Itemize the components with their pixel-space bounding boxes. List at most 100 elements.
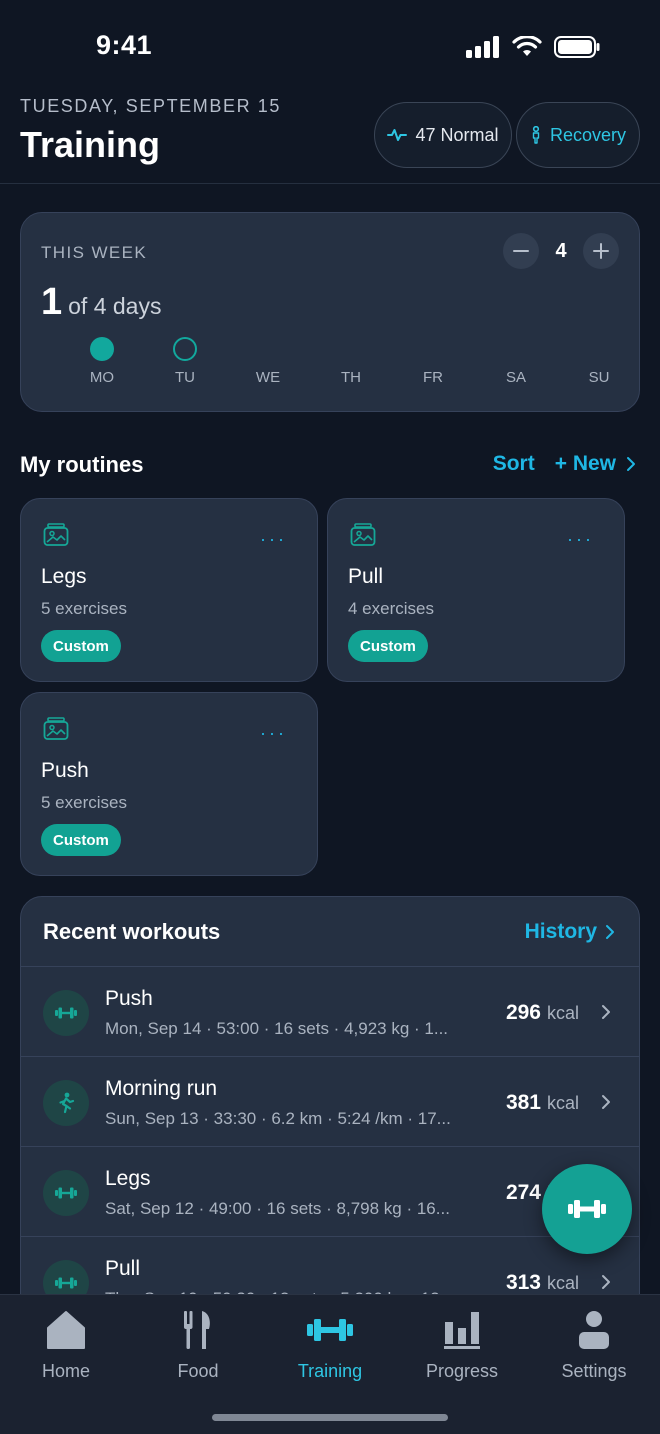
- day-dot-empty: [587, 337, 611, 361]
- kcal-unit: kcal: [546, 1093, 579, 1113]
- weekly-target-value: 4: [555, 239, 567, 262]
- recovery-pill[interactable]: Recovery: [516, 102, 640, 168]
- new-routine-label: + New: [554, 452, 616, 475]
- cellular-signal-icon: [466, 36, 499, 58]
- day-label: SA: [505, 369, 526, 386]
- workout-kcal: 381 kcal: [506, 1091, 579, 1115]
- pulse-icon: [387, 129, 408, 141]
- tab-label: Food: [177, 1361, 219, 1381]
- tab-progress[interactable]: Progress: [396, 1307, 528, 1382]
- routine-exercise-count: 5 exercises: [41, 599, 127, 618]
- of-days-text: of 4 days: [68, 293, 162, 319]
- status-bar: 9:41: [0, 0, 660, 96]
- person-icon: [579, 1311, 609, 1349]
- recent-workouts-title: Recent workouts: [43, 918, 221, 944]
- recent-workouts-header: Recent workouts History: [21, 897, 639, 967]
- day-th: TH: [321, 337, 381, 386]
- more-options-icon[interactable]: ···: [567, 529, 594, 550]
- history-button[interactable]: History: [525, 920, 615, 944]
- tab-food[interactable]: Food: [132, 1307, 264, 1382]
- image-stack-icon: [43, 523, 69, 546]
- figure-icon: [532, 126, 540, 144]
- new-routine-button[interactable]: + New: [555, 452, 636, 476]
- routine-badge: Custom: [41, 630, 121, 662]
- heart-rate-text: 47 Normal: [415, 124, 499, 145]
- header: TUESDAY, SEPTEMBER 15 Training 47 Normal…: [0, 96, 660, 184]
- day-dot-empty: [256, 337, 280, 361]
- tab-label: Settings: [561, 1361, 627, 1381]
- chevron-right-icon: [606, 924, 614, 939]
- routines-title: My routines: [20, 452, 144, 477]
- day-dot-empty: [504, 337, 528, 361]
- day-dot-today: [173, 337, 197, 361]
- routine-name: Legs: [41, 565, 87, 588]
- minus-icon: [513, 250, 529, 252]
- routine-actions: Sort + New: [493, 452, 636, 476]
- workout-name: Pull: [105, 1257, 141, 1280]
- chevron-right-icon: [602, 1005, 610, 1019]
- workout-row[interactable]: Push Mon, Sep 14 · 53:00 · 16 sets · 4,9…: [21, 967, 639, 1057]
- tab-home[interactable]: Home: [0, 1307, 132, 1382]
- tab-training[interactable]: Training: [264, 1307, 396, 1382]
- tab-label: Progress: [425, 1361, 499, 1381]
- routine-card-push[interactable]: ··· Push 5 exercises Custom: [20, 692, 318, 876]
- routine-card-legs[interactable]: ··· Legs 5 exercises Custom: [20, 498, 318, 682]
- routine-badge: Custom: [348, 630, 428, 662]
- kcal-unit: kcal: [546, 1273, 579, 1293]
- workout-details: Sat, Sep 12 · 49:00 · 16 sets · 8,798 kg…: [105, 1199, 450, 1218]
- workout-details: Sun, Sep 13 · 33:30 · 6.2 km · 5:24 /km …: [105, 1109, 451, 1128]
- decrement-button[interactable]: [503, 233, 539, 269]
- house-icon: [47, 1311, 85, 1349]
- routine-exercise-count: 4 exercises: [348, 599, 434, 618]
- start-workout-fab[interactable]: [542, 1164, 632, 1254]
- kcal-unit: kcal: [546, 1003, 579, 1023]
- day-label: TH: [341, 369, 361, 386]
- routine-card-pull[interactable]: ··· Pull 4 exercises Custom: [327, 498, 625, 682]
- day-dot-empty: [339, 337, 363, 361]
- day-label: SU: [588, 369, 610, 386]
- sort-button[interactable]: Sort: [493, 452, 535, 476]
- day-sa: SA: [486, 337, 546, 386]
- chevron-right-icon: [602, 1095, 610, 1109]
- more-options-icon[interactable]: ···: [260, 723, 287, 744]
- day-dot-done: [90, 337, 114, 361]
- workout-kcal: 313 kcal: [506, 1271, 579, 1295]
- wifi-icon: [512, 36, 542, 56]
- routine-badge: Custom: [41, 824, 121, 856]
- more-options-icon[interactable]: ···: [260, 529, 287, 550]
- heart-rate-pill[interactable]: 47 Normal: [374, 102, 512, 168]
- workout-kcal: 296 kcal: [506, 1001, 579, 1025]
- page-title: Training: [20, 124, 161, 165]
- dumbbell-icon: [307, 1319, 353, 1341]
- completed-count: 1: [41, 281, 63, 323]
- kcal-value: 381: [505, 1091, 541, 1114]
- day-fr: FR: [403, 337, 463, 386]
- kcal-value: 313: [505, 1271, 541, 1294]
- week-progress: 1 of 4 days: [41, 281, 161, 324]
- workout-row[interactable]: Morning run Sun, Sep 13 · 33:30 · 6.2 km…: [21, 1057, 639, 1147]
- kcal-value: 274: [505, 1181, 541, 1204]
- weekly-target-stepper: 4: [503, 233, 619, 269]
- recovery-text: Recovery: [549, 124, 627, 145]
- workout-name: Push: [105, 987, 153, 1010]
- routine-exercise-count: 5 exercises: [41, 793, 127, 812]
- day-tu: TU: [155, 337, 215, 386]
- routine-name: Push: [41, 759, 89, 782]
- workout-name: Morning run: [105, 1077, 218, 1100]
- day-dot-empty: [421, 337, 445, 361]
- routine-name: Pull: [348, 565, 384, 588]
- plus-icon: [593, 243, 609, 259]
- increment-button[interactable]: [583, 233, 619, 269]
- battery-icon: [554, 36, 600, 58]
- tab-settings[interactable]: Settings: [528, 1307, 660, 1382]
- day-label: FR: [423, 369, 443, 386]
- dumbbell-icon: [568, 1200, 606, 1218]
- recent-workouts-card: Recent workouts History Push Mon, Sep 14…: [20, 896, 640, 1316]
- day-we: WE: [238, 337, 298, 386]
- home-indicator: [212, 1414, 448, 1421]
- day-su: SU: [569, 337, 629, 386]
- workout-name: Legs: [105, 1167, 151, 1190]
- chevron-right-icon: [602, 1275, 610, 1289]
- history-label: History: [524, 919, 597, 943]
- kcal-value: 296: [505, 1001, 541, 1024]
